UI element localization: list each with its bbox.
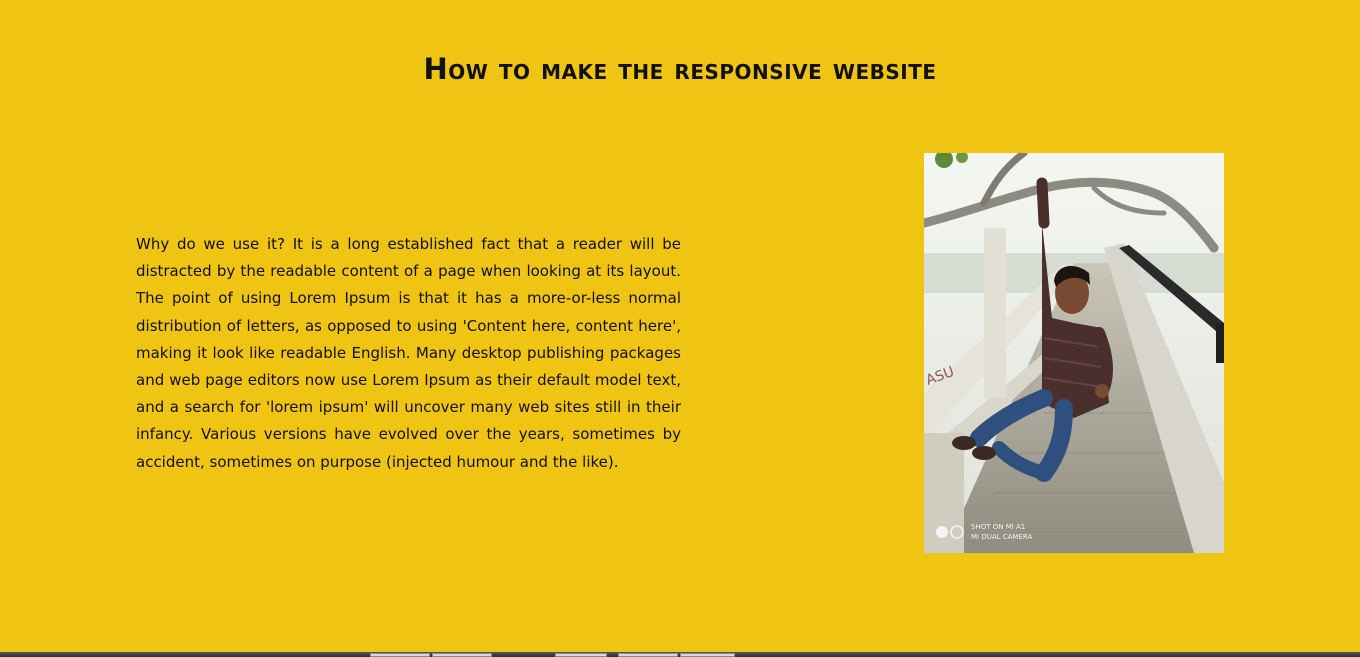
taskbar-button[interactable]	[555, 653, 607, 657]
taskbar	[0, 652, 1360, 657]
watermark-line1: SHOT ON MI A1	[971, 523, 1025, 531]
watermark-line2: MI DUAL CAMERA	[971, 533, 1032, 541]
taskbar-button[interactable]	[370, 653, 430, 657]
body-paragraph: Why do we use it? It is a long establish…	[136, 235, 681, 471]
taskbar-button[interactable]	[680, 653, 735, 657]
hero-photo: ASU SHOT ON MI A1 MI DUAL CAMERA	[924, 153, 1224, 553]
content-section: Why do we use it? It is a long establish…	[0, 153, 1360, 553]
taskbar-button[interactable]	[618, 653, 678, 657]
page-title: How to make the responsive website	[423, 52, 937, 86]
taskbar-button[interactable]	[432, 653, 492, 657]
photo-illustration: ASU SHOT ON MI A1 MI DUAL CAMERA	[924, 153, 1224, 553]
